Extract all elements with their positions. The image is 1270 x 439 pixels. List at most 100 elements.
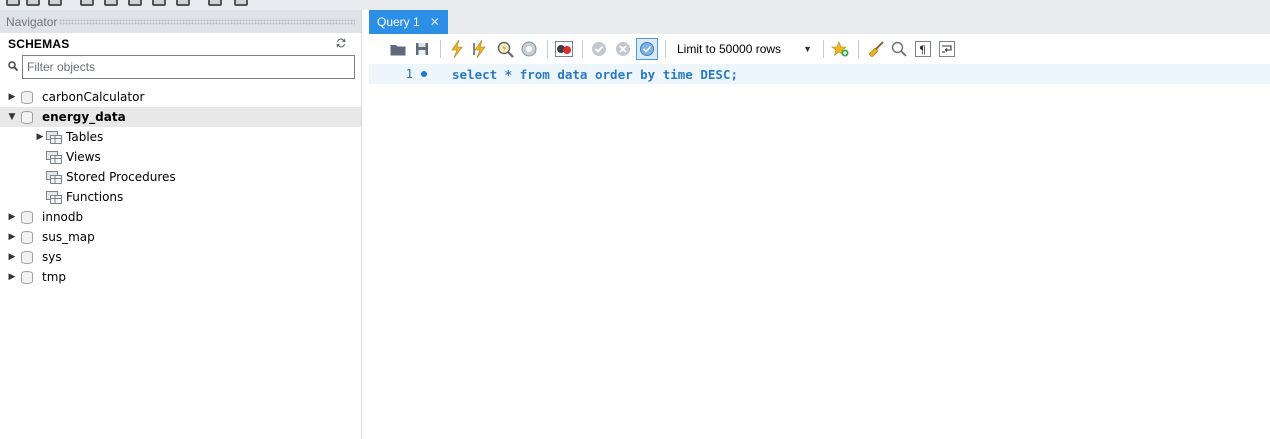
tables-folder-icon xyxy=(46,130,62,144)
database-icon xyxy=(20,210,34,224)
beautify-button[interactable] xyxy=(864,38,886,60)
expand-arrow-icon[interactable]: ▶ xyxy=(34,132,46,142)
schema-label: sys xyxy=(42,250,62,264)
schemas-title: SCHEMAS xyxy=(8,37,70,51)
chevron-down-icon: ▼ xyxy=(803,44,812,54)
reconnect-icon[interactable] xyxy=(234,0,248,6)
svg-text:¶: ¶ xyxy=(919,44,926,57)
create-view-icon[interactable] xyxy=(128,0,142,6)
filter-objects-input[interactable] xyxy=(22,55,355,79)
editor-tab-bar: Query 1 ✕ xyxy=(369,10,1270,34)
tree-item-label: Stored Procedures xyxy=(66,170,176,184)
database-icon xyxy=(20,90,34,104)
save-icon xyxy=(416,43,428,55)
toolbar-separator xyxy=(440,40,441,58)
schema-item-tmp[interactable]: ▶ tmp xyxy=(0,267,361,287)
folder-icon xyxy=(390,44,406,55)
search-table-data-icon[interactable] xyxy=(208,0,222,6)
autocommit-toggle[interactable] xyxy=(636,38,658,60)
check-circle-icon xyxy=(592,42,606,56)
schema-label: carbonCalculator xyxy=(42,90,145,104)
explain-button[interactable] xyxy=(494,38,516,60)
expand-arrow-icon[interactable]: ▶ xyxy=(6,232,18,242)
magnifier-lightning-icon xyxy=(497,41,514,58)
query-editor: Query 1 ✕ Limit to 50000 rows ▼ ¶ 1 sele… xyxy=(369,10,1270,439)
save-button[interactable] xyxy=(411,38,433,60)
expand-arrow-icon[interactable]: ▶ xyxy=(6,92,18,102)
collapse-arrow-icon[interactable]: ▼ xyxy=(6,112,18,122)
create-table-icon[interactable] xyxy=(104,0,118,6)
expand-arrow-icon[interactable]: ▶ xyxy=(6,212,18,222)
open-sql-script-icon[interactable] xyxy=(26,0,40,6)
star-plus-icon xyxy=(831,41,849,57)
tree-item-tables[interactable]: ▶ Tables xyxy=(0,127,361,147)
schema-item-carbonCalculator[interactable]: ▶ carbonCalculator xyxy=(0,87,361,107)
create-function-icon[interactable] xyxy=(176,0,190,6)
new-sql-tab-icon[interactable] xyxy=(6,0,20,6)
expand-arrow-icon[interactable]: ▶ xyxy=(6,252,18,262)
broom-icon xyxy=(868,41,884,57)
connection-icon[interactable] xyxy=(48,0,62,6)
tree-item-stored-procedures[interactable]: Stored Procedures xyxy=(0,167,361,187)
sql-statement[interactable]: select * from data order by time DESC; xyxy=(452,67,738,82)
navigator-title: Navigator xyxy=(6,14,58,29)
word-wrap-button[interactable] xyxy=(936,38,958,60)
autocommit-icon xyxy=(640,42,654,56)
database-icon xyxy=(20,270,34,284)
tab-query-1[interactable]: Query 1 ✕ xyxy=(369,10,448,34)
schema-label: energy_data xyxy=(42,110,126,124)
panel-grip[interactable] xyxy=(59,18,355,25)
cancel-circle-icon xyxy=(616,42,630,56)
search-icon xyxy=(6,60,22,74)
add-snippet-button[interactable] xyxy=(829,38,851,60)
tree-item-label: Views xyxy=(66,150,101,164)
execute-button[interactable] xyxy=(446,38,468,60)
main-toolbar xyxy=(0,0,1270,10)
create-schema-icon[interactable] xyxy=(80,0,94,6)
refresh-icon[interactable] xyxy=(335,37,347,52)
wrap-icon xyxy=(938,41,955,57)
schema-item-innodb[interactable]: ▶ innodb xyxy=(0,207,361,227)
schema-label: innodb xyxy=(42,210,84,224)
lightning-cursor-icon xyxy=(473,40,486,58)
schema-tree: ▶ carbonCalculator ▼ energy_data ▶ Table… xyxy=(0,87,361,287)
toolbar-separator xyxy=(857,40,859,58)
statement-marker-icon xyxy=(421,71,427,77)
toggle-error-button[interactable] xyxy=(553,38,575,60)
schema-item-sys[interactable]: ▶ sys xyxy=(0,247,361,267)
limit-rows-select[interactable]: Limit to 50000 rows ▼ xyxy=(671,38,818,60)
create-procedure-icon[interactable] xyxy=(152,0,166,6)
query-toolbar: Limit to 50000 rows ▼ ¶ xyxy=(369,34,1270,64)
code-line[interactable]: 1 select * from data order by time DESC; xyxy=(369,64,1270,84)
lightning-icon xyxy=(451,40,463,58)
database-icon xyxy=(20,230,34,244)
execute-statement-button[interactable] xyxy=(470,38,492,60)
rollback-button[interactable] xyxy=(612,38,634,60)
stop-button[interactable] xyxy=(518,38,540,60)
invisible-chars-button[interactable]: ¶ xyxy=(912,38,934,60)
tree-item-functions[interactable]: Functions xyxy=(0,187,361,207)
line-number: 1 xyxy=(405,67,413,81)
schemas-header: SCHEMAS xyxy=(0,33,361,55)
expand-arrow-icon[interactable]: ▶ xyxy=(6,272,18,282)
close-icon[interactable]: ✕ xyxy=(430,15,440,29)
tree-item-views[interactable]: Views xyxy=(0,147,361,167)
magnifier-icon xyxy=(891,41,907,57)
open-file-button[interactable] xyxy=(387,38,409,60)
navigator-header: Navigator xyxy=(0,10,361,33)
functions-folder-icon xyxy=(46,190,62,204)
sql-code-area[interactable]: 1 select * from data order by time DESC; xyxy=(369,64,1270,94)
schema-item-energy-data[interactable]: ▼ energy_data xyxy=(0,107,361,127)
toolbar-separator xyxy=(582,40,583,58)
schema-label: sus_map xyxy=(42,230,95,244)
schema-item-sus-map[interactable]: ▶ sus_map xyxy=(0,227,361,247)
commit-button[interactable] xyxy=(588,38,610,60)
tree-item-label: Tables xyxy=(66,130,104,144)
tree-item-label: Functions xyxy=(66,190,124,204)
views-folder-icon xyxy=(46,150,62,164)
pilcrow-icon: ¶ xyxy=(914,41,931,57)
find-button[interactable] xyxy=(888,38,910,60)
schema-label: tmp xyxy=(42,270,67,284)
limit-rows-label: Limit to 50000 rows xyxy=(677,42,782,56)
toolbar-separator xyxy=(822,40,824,58)
